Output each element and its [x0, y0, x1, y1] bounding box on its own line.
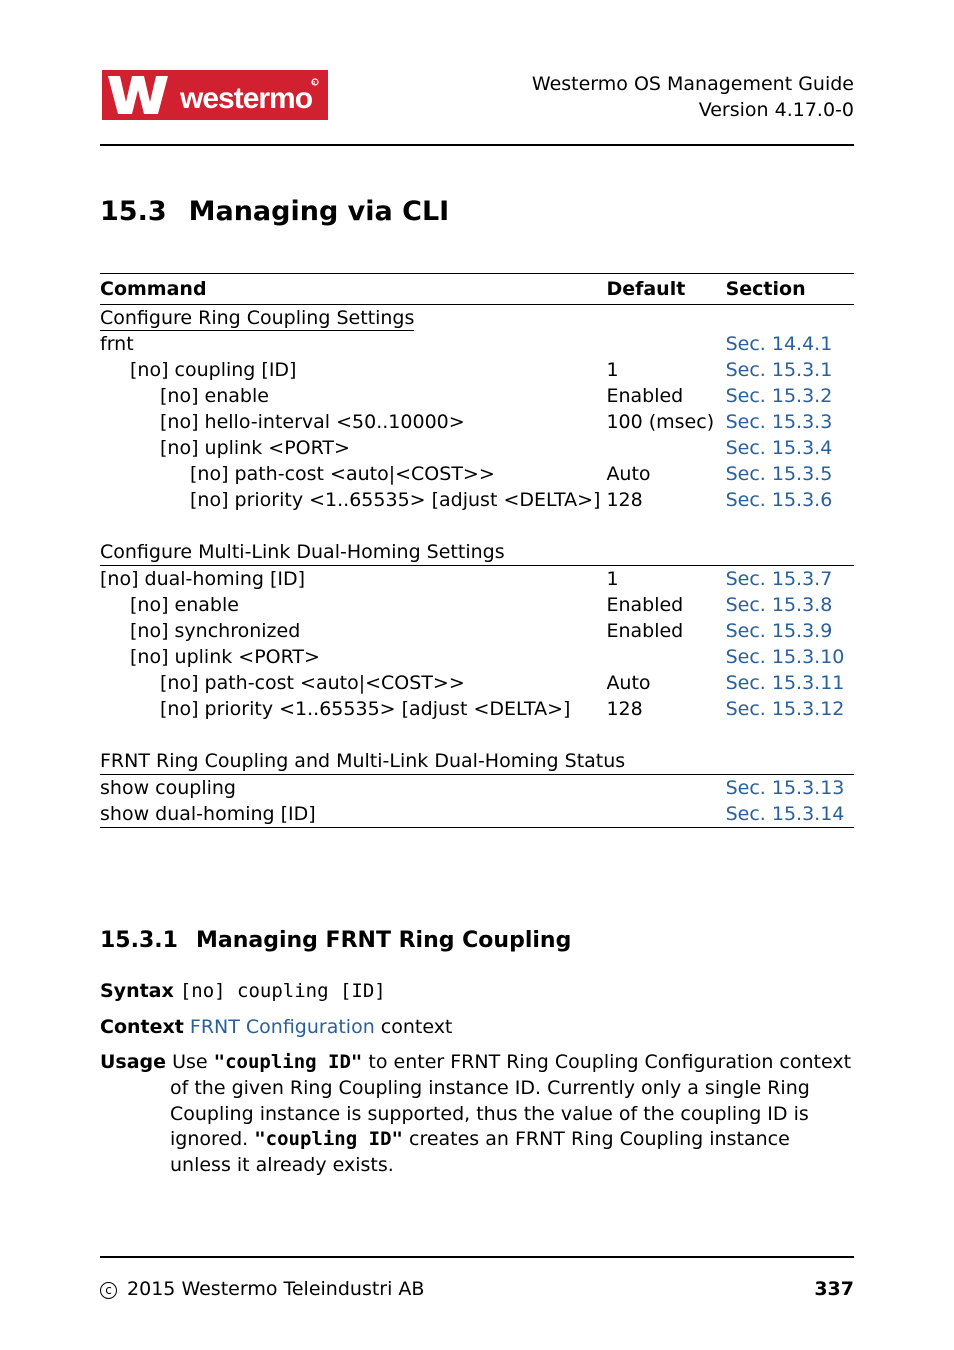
header-divider	[100, 144, 854, 146]
command-cell: [no] uplink <PORT>	[100, 644, 606, 670]
col-section: Section	[726, 274, 854, 305]
section-ref-link[interactable]: Sec. 15.3.11	[726, 670, 854, 696]
usage-paragraph: Usage Use "coupling ID" to enter FRNT Ri…	[100, 1050, 854, 1178]
doc-title: Westermo OS Management Guide	[532, 72, 854, 98]
command-cell: [no] dual-homing [ID]	[100, 566, 606, 593]
section-ref-link[interactable]: Sec. 15.3.1	[726, 357, 854, 383]
footer-divider	[100, 1256, 854, 1258]
subsection-heading: 15.3.1 Managing FRNT Ring Coupling	[100, 928, 854, 953]
section-ref-link[interactable]: Sec. 15.3.10	[726, 644, 854, 670]
col-default: Default	[606, 274, 725, 305]
copyright-icon: c	[100, 1282, 117, 1299]
context-label: Context	[100, 1016, 184, 1038]
default-cell	[606, 644, 725, 670]
default-cell: 100 (msec)	[606, 409, 725, 435]
command-table: Command Default Section Configure Ring C…	[100, 273, 854, 828]
section-ref-link[interactable]: Sec. 15.3.8	[726, 592, 854, 618]
syntax-value: [no] coupling [ID]	[180, 980, 386, 1002]
doc-version: Version 4.17.0-0	[532, 98, 854, 124]
section-ref-link[interactable]: Sec. 15.3.13	[726, 775, 854, 802]
default-cell: Auto	[606, 461, 725, 487]
usage-text: Use	[172, 1051, 214, 1073]
svg-text:westermo: westermo	[179, 82, 313, 115]
default-cell	[606, 775, 725, 802]
default-cell	[606, 331, 725, 357]
command-cell: show dual-homing [ID]	[100, 801, 606, 828]
section-number: 15.3	[100, 196, 167, 227]
copyright-text: 2015 Westermo Teleindustri AB	[127, 1278, 424, 1300]
section-title: Managing via CLI	[189, 196, 450, 227]
svg-text:R: R	[312, 81, 316, 87]
group-title: FRNT Ring Coupling and Multi-Link Dual-H…	[100, 748, 854, 775]
section-heading: 15.3 Managing via CLI	[100, 196, 854, 227]
command-cell: show coupling	[100, 775, 606, 802]
default-cell: Auto	[606, 670, 725, 696]
default-cell	[606, 801, 725, 828]
command-cell: [no] path-cost <auto|<COST>>	[100, 461, 606, 487]
section-ref-link[interactable]: Sec. 15.3.9	[726, 618, 854, 644]
section-ref-link[interactable]: Sec. 15.3.3	[726, 409, 854, 435]
command-cell: [no] coupling [ID]	[100, 357, 606, 383]
subsection-title: Managing FRNT Ring Coupling	[196, 928, 571, 953]
default-cell: 128	[606, 696, 725, 722]
command-cell: [no] synchronized	[100, 618, 606, 644]
page-footer: c 2015 Westermo Teleindustri AB 337	[100, 1278, 854, 1300]
command-cell: [no] priority <1..65535> [adjust <DELTA>…	[100, 696, 606, 722]
command-cell: [no] enable	[100, 383, 606, 409]
command-cell: [no] hello-interval <50..10000>	[100, 409, 606, 435]
logo: westermo R	[100, 68, 330, 126]
default-cell: Enabled	[606, 618, 725, 644]
usage-label: Usage	[100, 1051, 166, 1073]
section-ref-link[interactable]: Sec. 14.4.1	[726, 331, 854, 357]
command-cell: [no] uplink <PORT>	[100, 435, 606, 461]
default-cell: 1	[606, 566, 725, 593]
command-cell: frnt	[100, 331, 606, 357]
context-tail: context	[375, 1016, 453, 1038]
default-cell: 128	[606, 487, 725, 513]
page-header: westermo R Westermo OS Management Guide …	[100, 68, 854, 126]
syntax-line: Syntax [no] coupling [ID]	[100, 979, 854, 1005]
context-link[interactable]: FRNT Configuration	[190, 1016, 375, 1038]
section-ref-link[interactable]: Sec. 15.3.7	[726, 566, 854, 593]
section-ref-link[interactable]: Sec. 15.3.14	[726, 801, 854, 828]
section-ref-link[interactable]: Sec. 15.3.4	[726, 435, 854, 461]
default-cell: Enabled	[606, 592, 725, 618]
default-cell	[606, 435, 725, 461]
default-cell: 1	[606, 357, 725, 383]
command-cell: [no] priority <1..65535> [adjust <DELTA>…	[100, 487, 606, 513]
command-cell: [no] enable	[100, 592, 606, 618]
section-ref-link[interactable]: Sec. 15.3.5	[726, 461, 854, 487]
group-title: Configure Multi-Link Dual-Homing Setting…	[100, 539, 854, 566]
syntax-label: Syntax	[100, 980, 174, 1002]
section-ref-link[interactable]: Sec. 15.3.12	[726, 696, 854, 722]
subsection-number: 15.3.1	[100, 928, 178, 953]
usage-code-1: "coupling ID"	[214, 1051, 363, 1073]
command-cell: [no] path-cost <auto|<COST>>	[100, 670, 606, 696]
default-cell: Enabled	[606, 383, 725, 409]
page-number: 337	[814, 1278, 854, 1300]
context-line: Context FRNT Configuration context	[100, 1015, 854, 1041]
usage-code-2: "coupling ID"	[254, 1128, 403, 1150]
section-ref-link[interactable]: Sec. 15.3.6	[726, 487, 854, 513]
group-title: Configure Ring Coupling Settings	[100, 307, 414, 331]
section-ref-link[interactable]: Sec. 15.3.2	[726, 383, 854, 409]
col-command: Command	[100, 274, 606, 305]
